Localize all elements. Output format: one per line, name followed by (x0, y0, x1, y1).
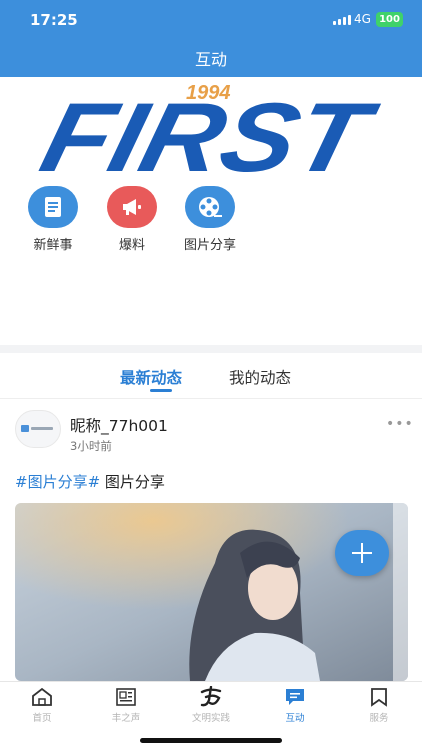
battery-icon: 100 (376, 12, 403, 27)
page-title: 互动 (194, 50, 227, 69)
section-divider (0, 345, 422, 353)
calligraphy-icon (169, 686, 253, 708)
film-reel-icon (185, 186, 235, 228)
nav-label: 丰之声 (111, 713, 141, 724)
post-topic-tag[interactable]: #图片分享# (15, 473, 100, 491)
status-time: 17:25 (30, 11, 78, 29)
shortcut-report[interactable]: 爆料 (97, 186, 167, 253)
tab-mine[interactable]: 我的动态 (229, 366, 291, 388)
shortcut-label: 新鲜事 (33, 238, 73, 253)
nav-label: 互动 (285, 713, 305, 724)
nav-service[interactable]: 服务 (337, 686, 421, 724)
shortcut-label: 图片分享 (183, 238, 236, 253)
nav-interaction[interactable]: 互动 (253, 686, 337, 724)
banner-year: 1994 (186, 82, 231, 104)
megaphone-icon (107, 186, 157, 228)
add-post-button[interactable] (335, 530, 389, 576)
post-time: 3小时前 (70, 439, 112, 453)
more-options-icon[interactable]: ••• (386, 416, 414, 432)
nav-label: 文明实践 (191, 713, 230, 724)
nav-voice[interactable]: 丰之声 (84, 686, 168, 724)
top-bar: 17:25 4G 100 互动 (0, 0, 422, 77)
document-icon (28, 186, 78, 228)
tab-active-indicator (150, 389, 172, 392)
shortcut-label: 爆料 (118, 238, 145, 253)
nav-civilization[interactable]: 文明实践 (169, 686, 253, 724)
post-body: 图片分享 (100, 473, 165, 491)
tab-latest[interactable]: 最新动态 (120, 366, 182, 388)
shortcut-news[interactable]: 新鲜事 (18, 186, 88, 253)
bookmark-icon (337, 686, 421, 708)
plus-icon (352, 543, 372, 563)
home-icon (0, 686, 84, 708)
signal-icon (333, 15, 351, 25)
newspaper-icon (84, 686, 168, 708)
post-image[interactable] (15, 503, 408, 681)
network-type: 4G (354, 12, 371, 26)
shortcut-photo-share[interactable]: 图片分享 (175, 186, 245, 253)
post-author[interactable]: 昵称_77h001 (70, 414, 168, 436)
tab-separator (0, 398, 422, 399)
home-indicator (140, 738, 282, 743)
nav-home[interactable]: 首页 (0, 686, 84, 724)
nav-label: 首页 (32, 713, 52, 724)
status-bar: 17:25 4G 100 (0, 0, 422, 40)
banner-logo[interactable]: FIRST 1994 (0, 77, 422, 193)
post-text: #图片分享# 图片分享 (15, 471, 165, 492)
chat-icon (253, 686, 337, 708)
avatar[interactable] (15, 410, 61, 448)
nav-label: 服务 (369, 713, 389, 724)
